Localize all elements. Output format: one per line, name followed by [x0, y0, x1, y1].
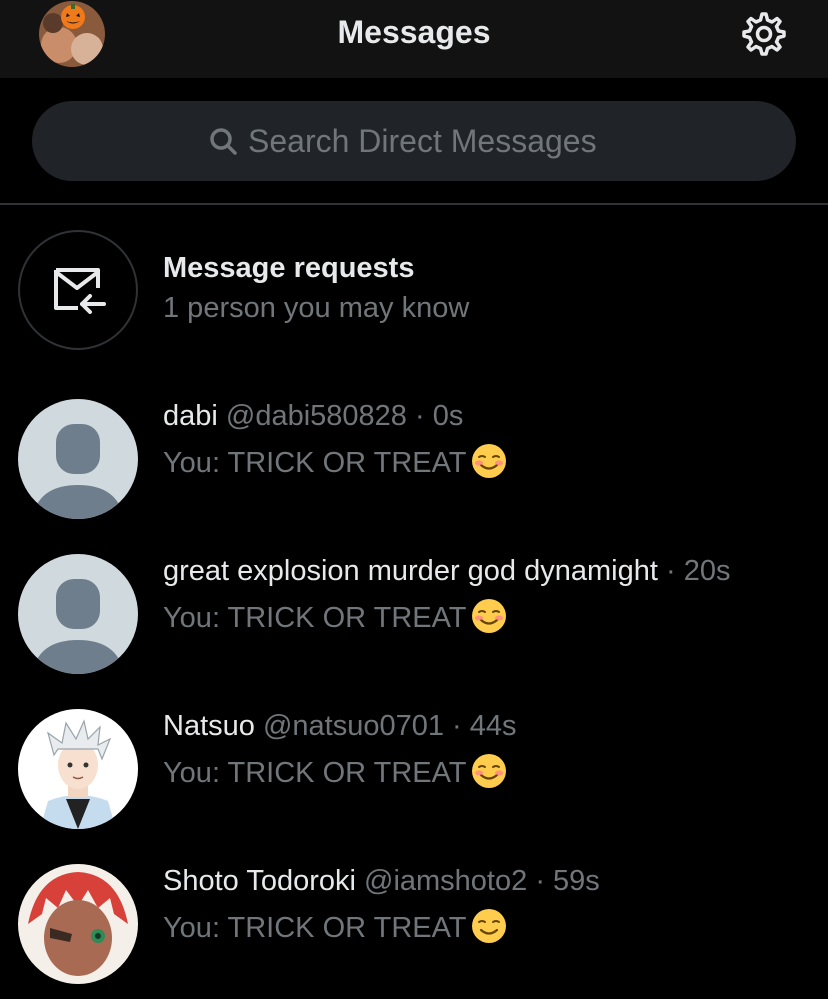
- separator: ·: [415, 400, 425, 432]
- conversation-preview-line: You: TRICK OR TREAT: [163, 908, 507, 945]
- conversation-header: dabi @dabi580828 · 0s: [163, 400, 463, 433]
- anime-character-avatar-icon: [18, 709, 138, 829]
- conversation-preview: You: TRICK OR TREAT: [163, 447, 467, 479]
- conversation-item[interactable]: Natsuo @natsuo0701 · 44s You: TRICK OR T…: [0, 694, 828, 844]
- conversation-item[interactable]: Shoto Todoroki @iamshoto2 · 59s You: TRI…: [0, 849, 828, 999]
- envelope-incoming-icon: [54, 268, 106, 314]
- conversation-item[interactable]: great explosion murder god dynamight · 2…: [0, 539, 828, 689]
- smiling-face-icon: [471, 599, 506, 633]
- conversation-header: Shoto Todoroki @iamshoto2 · 59s: [163, 865, 600, 898]
- message-requests-icon-circle: [18, 230, 138, 350]
- message-requests-title: Message requests: [163, 252, 415, 284]
- search-icon: [210, 128, 237, 155]
- conversation-preview: You: TRICK OR TREAT: [163, 912, 467, 944]
- conversation-time: 0s: [432, 400, 464, 432]
- shoto-avatar: [18, 864, 138, 984]
- settings-gear-icon[interactable]: [740, 10, 788, 58]
- conversation-handle: @natsuo0701: [262, 710, 444, 742]
- conversation-item[interactable]: dabi @dabi580828 · 0s You: TRICK OR TREA…: [0, 384, 828, 534]
- conversation-time: 20s: [683, 555, 731, 587]
- conversation-handle: @iamshoto2: [364, 865, 528, 897]
- separator: ·: [535, 865, 545, 897]
- conversation-preview-line: You: TRICK OR TREAT: [163, 753, 507, 790]
- conversation-preview: You: TRICK OR TREAT: [163, 757, 467, 789]
- default-profile-icon: [18, 554, 138, 674]
- smiling-face-icon: [471, 754, 506, 788]
- message-requests-subtitle: 1 person you may know: [163, 292, 470, 324]
- conversation-preview: You: TRICK OR TREAT: [163, 602, 467, 634]
- separator: ·: [452, 710, 462, 742]
- default-avatar: [18, 554, 138, 674]
- conversation-preview-line: You: TRICK OR TREAT: [163, 443, 507, 480]
- conversation-time: 44s: [469, 710, 517, 742]
- conversation-preview-line: You: TRICK OR TREAT: [163, 598, 507, 635]
- conversation-name: great explosion murder god dynamight: [163, 555, 658, 587]
- smiling-face-icon: [471, 909, 506, 943]
- search-bar[interactable]: [32, 101, 796, 181]
- top-bar: Messages: [0, 0, 828, 78]
- conversation-time: 59s: [553, 865, 600, 897]
- conversation-handle: @dabi580828: [225, 400, 407, 432]
- smiling-face-icon: [471, 444, 506, 478]
- message-requests-row[interactable]: Message requests 1 person you may know: [0, 215, 828, 365]
- page-title: Messages: [337, 14, 491, 50]
- divider: [0, 203, 828, 205]
- default-profile-icon: [18, 399, 138, 519]
- default-avatar: [18, 399, 138, 519]
- conversation-header: great explosion murder god dynamight · 2…: [163, 555, 730, 588]
- conversation-header: Natsuo @natsuo0701 · 44s: [163, 710, 517, 743]
- anime-character-avatar-icon: [18, 864, 138, 984]
- conversation-name: Shoto Todoroki: [163, 865, 356, 897]
- separator: ·: [665, 555, 676, 587]
- conversation-name: Natsuo: [163, 710, 255, 742]
- conversation-name: dabi: [163, 400, 218, 432]
- natsuo-avatar: [18, 709, 138, 829]
- search-input[interactable]: [248, 122, 620, 160]
